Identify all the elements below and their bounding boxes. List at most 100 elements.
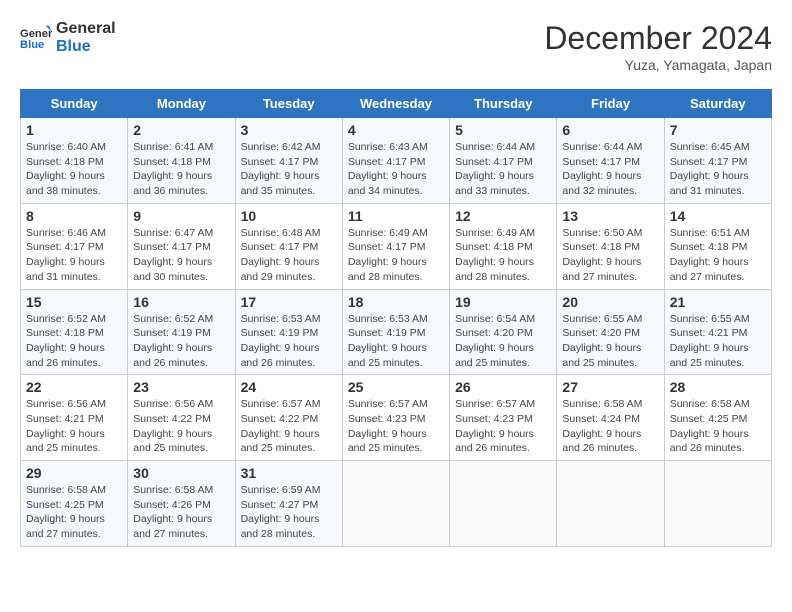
- calendar-cell: 27 Sunrise: 6:58 AMSunset: 4:24 PMDaylig…: [557, 375, 664, 461]
- weekday-header-thursday: Thursday: [450, 90, 557, 118]
- day-number: 26: [455, 379, 551, 395]
- day-number: 22: [26, 379, 122, 395]
- calendar-cell: 18 Sunrise: 6:53 AMSunset: 4:19 PMDaylig…: [342, 289, 449, 375]
- day-number: 11: [348, 208, 444, 224]
- calendar-cell: 21 Sunrise: 6:55 AMSunset: 4:21 PMDaylig…: [664, 289, 771, 375]
- calendar-cell: 13 Sunrise: 6:50 AMSunset: 4:18 PMDaylig…: [557, 203, 664, 289]
- day-number: 12: [455, 208, 551, 224]
- day-number: 2: [133, 122, 229, 138]
- month-title: December 2024: [544, 20, 772, 57]
- day-info: Sunrise: 6:45 AMSunset: 4:17 PMDaylight:…: [670, 140, 766, 199]
- day-number: 5: [455, 122, 551, 138]
- page-header: General Blue General Blue December 2024 …: [20, 20, 772, 73]
- calendar-cell: [664, 461, 771, 547]
- day-number: 3: [241, 122, 337, 138]
- day-number: 14: [670, 208, 766, 224]
- day-number: 6: [562, 122, 658, 138]
- day-number: 13: [562, 208, 658, 224]
- calendar-cell: [557, 461, 664, 547]
- day-number: 30: [133, 465, 229, 481]
- calendar-cell: [450, 461, 557, 547]
- calendar-cell: 23 Sunrise: 6:56 AMSunset: 4:22 PMDaylig…: [128, 375, 235, 461]
- calendar-cell: 3 Sunrise: 6:42 AMSunset: 4:17 PMDayligh…: [235, 118, 342, 204]
- calendar-cell: 10 Sunrise: 6:48 AMSunset: 4:17 PMDaylig…: [235, 203, 342, 289]
- logo: General Blue General Blue: [20, 20, 116, 55]
- svg-text:General: General: [20, 27, 52, 39]
- day-number: 25: [348, 379, 444, 395]
- day-info: Sunrise: 6:46 AMSunset: 4:17 PMDaylight:…: [26, 226, 122, 285]
- day-number: 9: [133, 208, 229, 224]
- weekday-header-monday: Monday: [128, 90, 235, 118]
- day-info: Sunrise: 6:44 AMSunset: 4:17 PMDaylight:…: [455, 140, 551, 199]
- weekday-header-sunday: Sunday: [21, 90, 128, 118]
- day-info: Sunrise: 6:52 AMSunset: 4:19 PMDaylight:…: [133, 312, 229, 371]
- day-info: Sunrise: 6:57 AMSunset: 4:23 PMDaylight:…: [348, 397, 444, 456]
- weekday-header-wednesday: Wednesday: [342, 90, 449, 118]
- calendar-cell: 28 Sunrise: 6:58 AMSunset: 4:25 PMDaylig…: [664, 375, 771, 461]
- day-number: 16: [133, 294, 229, 310]
- day-number: 15: [26, 294, 122, 310]
- day-number: 24: [241, 379, 337, 395]
- day-number: 28: [670, 379, 766, 395]
- calendar-cell: [342, 461, 449, 547]
- day-info: Sunrise: 6:52 AMSunset: 4:18 PMDaylight:…: [26, 312, 122, 371]
- calendar-cell: 22 Sunrise: 6:56 AMSunset: 4:21 PMDaylig…: [21, 375, 128, 461]
- day-info: Sunrise: 6:43 AMSunset: 4:17 PMDaylight:…: [348, 140, 444, 199]
- day-info: Sunrise: 6:42 AMSunset: 4:17 PMDaylight:…: [241, 140, 337, 199]
- calendar-cell: 7 Sunrise: 6:45 AMSunset: 4:17 PMDayligh…: [664, 118, 771, 204]
- day-info: Sunrise: 6:54 AMSunset: 4:20 PMDaylight:…: [455, 312, 551, 371]
- day-number: 20: [562, 294, 658, 310]
- day-info: Sunrise: 6:50 AMSunset: 4:18 PMDaylight:…: [562, 226, 658, 285]
- calendar-cell: 26 Sunrise: 6:57 AMSunset: 4:23 PMDaylig…: [450, 375, 557, 461]
- calendar-table: SundayMondayTuesdayWednesdayThursdayFrid…: [20, 89, 772, 547]
- day-info: Sunrise: 6:41 AMSunset: 4:18 PMDaylight:…: [133, 140, 229, 199]
- day-number: 27: [562, 379, 658, 395]
- day-info: Sunrise: 6:49 AMSunset: 4:18 PMDaylight:…: [455, 226, 551, 285]
- day-number: 23: [133, 379, 229, 395]
- calendar-cell: 8 Sunrise: 6:46 AMSunset: 4:17 PMDayligh…: [21, 203, 128, 289]
- day-info: Sunrise: 6:48 AMSunset: 4:17 PMDaylight:…: [241, 226, 337, 285]
- calendar-cell: 30 Sunrise: 6:58 AMSunset: 4:26 PMDaylig…: [128, 461, 235, 547]
- calendar-cell: 9 Sunrise: 6:47 AMSunset: 4:17 PMDayligh…: [128, 203, 235, 289]
- day-info: Sunrise: 6:58 AMSunset: 4:26 PMDaylight:…: [133, 483, 229, 542]
- calendar-cell: 5 Sunrise: 6:44 AMSunset: 4:17 PMDayligh…: [450, 118, 557, 204]
- day-info: Sunrise: 6:55 AMSunset: 4:21 PMDaylight:…: [670, 312, 766, 371]
- day-number: 19: [455, 294, 551, 310]
- day-info: Sunrise: 6:58 AMSunset: 4:25 PMDaylight:…: [670, 397, 766, 456]
- day-info: Sunrise: 6:59 AMSunset: 4:27 PMDaylight:…: [241, 483, 337, 542]
- calendar-cell: 4 Sunrise: 6:43 AMSunset: 4:17 PMDayligh…: [342, 118, 449, 204]
- calendar-cell: 24 Sunrise: 6:57 AMSunset: 4:22 PMDaylig…: [235, 375, 342, 461]
- calendar-cell: 2 Sunrise: 6:41 AMSunset: 4:18 PMDayligh…: [128, 118, 235, 204]
- day-info: Sunrise: 6:49 AMSunset: 4:17 PMDaylight:…: [348, 226, 444, 285]
- logo-icon: General Blue: [20, 24, 52, 52]
- day-info: Sunrise: 6:53 AMSunset: 4:19 PMDaylight:…: [241, 312, 337, 371]
- day-info: Sunrise: 6:57 AMSunset: 4:23 PMDaylight:…: [455, 397, 551, 456]
- day-info: Sunrise: 6:53 AMSunset: 4:19 PMDaylight:…: [348, 312, 444, 371]
- day-info: Sunrise: 6:47 AMSunset: 4:17 PMDaylight:…: [133, 226, 229, 285]
- day-info: Sunrise: 6:40 AMSunset: 4:18 PMDaylight:…: [26, 140, 122, 199]
- calendar-cell: 31 Sunrise: 6:59 AMSunset: 4:27 PMDaylig…: [235, 461, 342, 547]
- calendar-cell: 12 Sunrise: 6:49 AMSunset: 4:18 PMDaylig…: [450, 203, 557, 289]
- title-block: December 2024 Yuza, Yamagata, Japan: [544, 20, 772, 73]
- day-number: 29: [26, 465, 122, 481]
- calendar-cell: 20 Sunrise: 6:55 AMSunset: 4:20 PMDaylig…: [557, 289, 664, 375]
- calendar-cell: 19 Sunrise: 6:54 AMSunset: 4:20 PMDaylig…: [450, 289, 557, 375]
- weekday-header-saturday: Saturday: [664, 90, 771, 118]
- day-number: 10: [241, 208, 337, 224]
- calendar-cell: 29 Sunrise: 6:58 AMSunset: 4:25 PMDaylig…: [21, 461, 128, 547]
- calendar-cell: 17 Sunrise: 6:53 AMSunset: 4:19 PMDaylig…: [235, 289, 342, 375]
- weekday-header-friday: Friday: [557, 90, 664, 118]
- day-number: 17: [241, 294, 337, 310]
- calendar-cell: 6 Sunrise: 6:44 AMSunset: 4:17 PMDayligh…: [557, 118, 664, 204]
- day-info: Sunrise: 6:44 AMSunset: 4:17 PMDaylight:…: [562, 140, 658, 199]
- day-number: 31: [241, 465, 337, 481]
- calendar-cell: 1 Sunrise: 6:40 AMSunset: 4:18 PMDayligh…: [21, 118, 128, 204]
- day-number: 18: [348, 294, 444, 310]
- calendar-cell: 14 Sunrise: 6:51 AMSunset: 4:18 PMDaylig…: [664, 203, 771, 289]
- day-info: Sunrise: 6:56 AMSunset: 4:22 PMDaylight:…: [133, 397, 229, 456]
- calendar-cell: 15 Sunrise: 6:52 AMSunset: 4:18 PMDaylig…: [21, 289, 128, 375]
- day-number: 7: [670, 122, 766, 138]
- day-number: 1: [26, 122, 122, 138]
- day-number: 8: [26, 208, 122, 224]
- day-info: Sunrise: 6:58 AMSunset: 4:25 PMDaylight:…: [26, 483, 122, 542]
